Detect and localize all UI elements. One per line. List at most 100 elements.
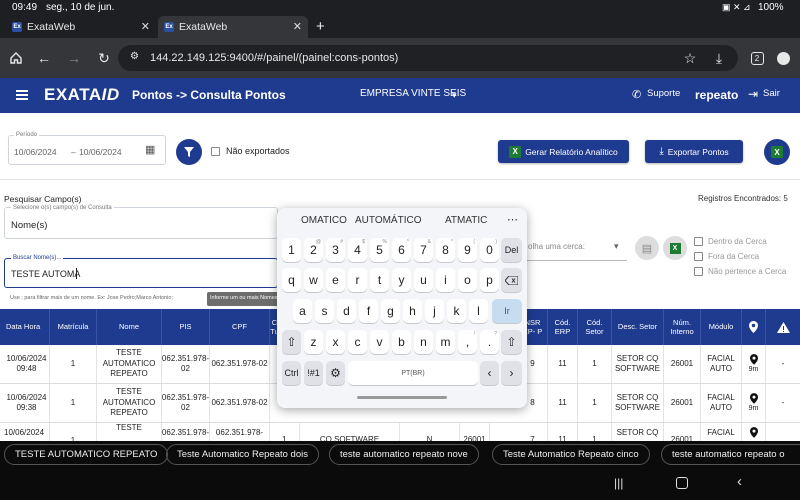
- key-5[interactable]: % 5: [370, 238, 389, 262]
- bookmark-star-icon[interactable]: ☆: [680, 48, 700, 68]
- generate-report-button[interactable]: X Gerar Relatório Analítico: [498, 140, 629, 163]
- key-a[interactable]: a: [293, 299, 312, 323]
- key-w[interactable]: w: [304, 268, 323, 292]
- inside-fence-checkbox[interactable]: [694, 237, 703, 246]
- logout-icon[interactable]: ⇥: [748, 87, 758, 101]
- site-info-icon[interactable]: ⚙: [130, 51, 139, 62]
- key-2[interactable]: @2: [304, 238, 323, 262]
- map-button[interactable]: ▤: [635, 236, 659, 260]
- keyboard-more-icon[interactable]: ⋯: [507, 213, 518, 226]
- reload-icon[interactable]: ↻: [94, 48, 114, 68]
- outside-fence-checkbox[interactable]: [694, 252, 703, 261]
- filter-button[interactable]: [176, 139, 202, 165]
- col-num-interno[interactable]: Núm. Interno: [664, 309, 701, 345]
- key-u[interactable]: u: [414, 268, 433, 292]
- col-desc-setor[interactable]: Desc. Setor: [612, 309, 664, 345]
- logout-link[interactable]: Sair: [763, 88, 780, 99]
- home-icon[interactable]: [6, 48, 26, 68]
- forward-icon[interactable]: →: [64, 48, 84, 68]
- key-o[interactable]: o: [458, 268, 477, 292]
- key-j[interactable]: j: [425, 299, 444, 323]
- suggestion-2[interactable]: AUTOMÁTICO: [355, 215, 421, 226]
- cell-location[interactable]: 9m: [742, 345, 766, 383]
- key-p[interactable]: p: [480, 268, 499, 292]
- col-pis[interactable]: PIS: [162, 309, 210, 345]
- download-icon[interactable]: ⤓: [709, 48, 729, 68]
- key-6[interactable]: ^ 6: [392, 238, 411, 262]
- back-nav-icon[interactable]: ‹: [737, 473, 742, 490]
- back-icon[interactable]: ←: [34, 48, 54, 68]
- key-b[interactable]: b: [392, 330, 411, 354]
- key-q[interactable]: q: [282, 268, 301, 292]
- fence-select-placeholder[interactable]: olha uma cerca:: [528, 242, 585, 251]
- col-matricula[interactable]: Matrícula: [50, 309, 97, 345]
- keyboard-drag-handle[interactable]: [357, 396, 447, 399]
- key-8[interactable]: * 8: [436, 238, 455, 262]
- key-s[interactable]: s: [315, 299, 334, 323]
- key-n[interactable]: n: [414, 330, 433, 354]
- key-4[interactable]: $4: [348, 238, 367, 262]
- suggestion-3[interactable]: ATMATIC: [445, 215, 487, 226]
- close-tab-icon[interactable]: ✕: [141, 20, 150, 33]
- col-modulo[interactable]: Módulo: [701, 309, 742, 345]
- key-f[interactable]: f: [359, 299, 378, 323]
- symbols-key[interactable]: !#1: [304, 361, 323, 385]
- whatsapp-icon[interactable]: ✆: [632, 88, 641, 101]
- export-points-button[interactable]: ⤓ Exportar Pontos: [645, 140, 743, 163]
- cell-location[interactable]: 9m: [742, 384, 766, 422]
- address-bar[interactable]: ⚙ 144.22.149.125:9400/#/painel/(painel:c…: [118, 45, 738, 71]
- autofill-chip[interactable]: teste automatico repeato o: [661, 444, 800, 465]
- company-name[interactable]: EMPRESA VINTE SEIS: [360, 88, 466, 99]
- key-t[interactable]: t: [370, 268, 389, 292]
- support-link[interactable]: Suporte: [647, 88, 680, 99]
- close-tab-icon[interactable]: ✕: [293, 20, 302, 33]
- shift-right-key[interactable]: ⇧: [501, 330, 522, 354]
- delete-key[interactable]: Del: [501, 238, 522, 262]
- key-e[interactable]: e: [326, 268, 345, 292]
- key-r[interactable]: r: [348, 268, 367, 292]
- autofill-chip[interactable]: TESTE AUTOMATICO REPEATO: [4, 444, 169, 465]
- key-z[interactable]: z: [304, 330, 323, 354]
- period-field[interactable]: Período 10/06/2024 – 10/06/2024 ▦: [8, 132, 166, 165]
- col-alert[interactable]: [766, 309, 800, 345]
- key-l[interactable]: l: [469, 299, 488, 323]
- key-y[interactable]: y: [392, 268, 411, 292]
- not-exported-checkbox[interactable]: [211, 147, 220, 156]
- calendar-icon[interactable]: ▦: [145, 143, 155, 156]
- key-d[interactable]: d: [337, 299, 356, 323]
- cursor-left-key[interactable]: ‹: [480, 361, 499, 385]
- autofill-chip[interactable]: Teste Automatico Repeato dois: [166, 444, 319, 465]
- ctrl-key[interactable]: Ctrl: [282, 361, 301, 385]
- tab-switcher-icon[interactable]: 2: [747, 48, 767, 68]
- browser-tab-1[interactable]: Ex ExataWeb ✕: [6, 16, 156, 38]
- autofill-chip[interactable]: Teste Automatico Repeato cinco: [492, 444, 650, 465]
- key-h[interactable]: h: [403, 299, 422, 323]
- key-comma[interactable]: !,: [458, 330, 477, 354]
- shift-key[interactable]: ⇧: [282, 330, 301, 354]
- keyboard-settings-key[interactable]: ⚙: [326, 361, 345, 385]
- col-data-hora[interactable]: Data Hora: [0, 309, 50, 345]
- key-x[interactable]: x: [326, 330, 345, 354]
- key-0[interactable]: ) 0: [480, 238, 499, 262]
- key-period[interactable]: ?.: [480, 330, 499, 354]
- suggestion-1[interactable]: OMATICO: [301, 215, 347, 226]
- cell-location[interactable]: [742, 423, 766, 443]
- key-3[interactable]: #3: [326, 238, 345, 262]
- excel-fence-button[interactable]: X: [663, 236, 687, 260]
- key-c[interactable]: c: [348, 330, 367, 354]
- excel-export-button[interactable]: X: [764, 139, 790, 165]
- browser-menu-icon[interactable]: [773, 48, 793, 68]
- autofill-chip[interactable]: teste automatico repeato nove: [329, 444, 479, 465]
- key-m[interactable]: m: [436, 330, 455, 354]
- hamburger-menu-icon[interactable]: [16, 90, 28, 100]
- key-7[interactable]: & 7: [414, 238, 433, 262]
- key-k[interactable]: k: [447, 299, 466, 323]
- search-names-input[interactable]: Buscar Nome(s)... TESTE AUTOMA: [4, 255, 278, 288]
- col-location[interactable]: [742, 309, 766, 345]
- key-1[interactable]: 1: [282, 238, 301, 262]
- col-cod-erp[interactable]: Cód. ERP: [548, 309, 578, 345]
- space-key[interactable]: PT(BR): [348, 361, 478, 385]
- browser-tab-2[interactable]: Ex ExataWeb ✕: [158, 16, 308, 38]
- search-fields-select[interactable]: Selecione o(s) campo(s) de Consulta Nome…: [4, 205, 278, 239]
- fence-dropdown-icon[interactable]: ▾: [614, 241, 619, 252]
